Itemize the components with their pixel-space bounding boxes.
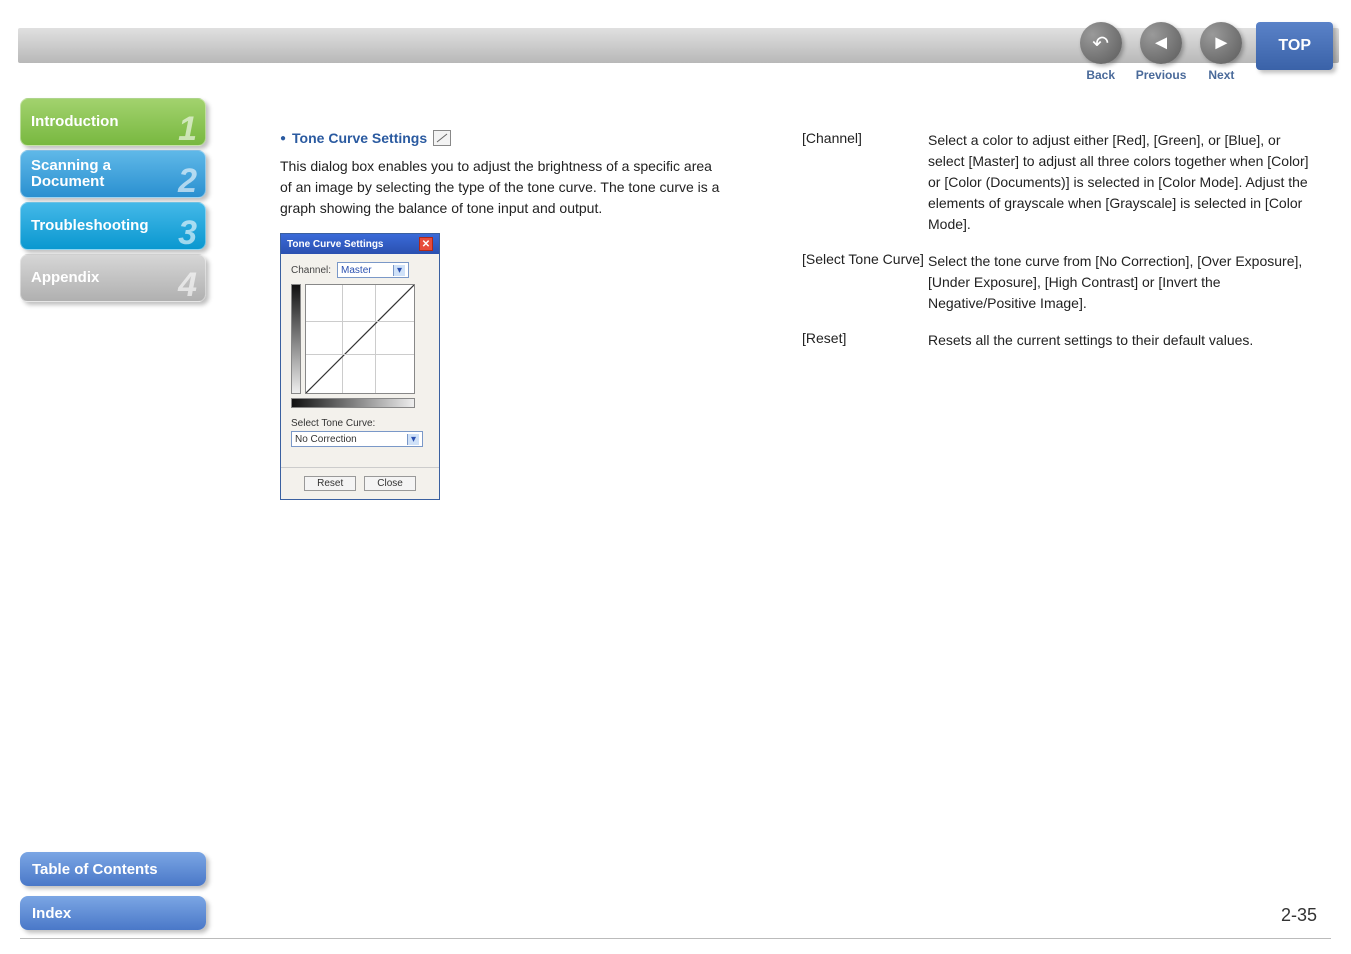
nav-top[interactable]: TOP — [1256, 22, 1333, 70]
section-paragraph: This dialog box enables you to adjust th… — [280, 156, 726, 219]
definition-desc: Select the tone curve from [No Correctio… — [928, 251, 1311, 314]
channel-select[interactable]: Master ▾ — [337, 262, 409, 278]
definition-term: [Select Tone Curve] — [802, 251, 928, 314]
toc-button[interactable]: Table of Contents — [20, 852, 206, 886]
index-label: Index — [32, 905, 71, 922]
section-heading: Tone Curve Settings — [280, 130, 726, 146]
definition-row: [Select Tone Curve] Select the tone curv… — [802, 251, 1311, 314]
sidebar-item-num: 3 — [178, 214, 197, 253]
definition-term: [Reset] — [802, 330, 928, 351]
page-number: 2-35 — [1281, 905, 1317, 926]
definition-row: [Channel] Select a color to adjust eithe… — [802, 130, 1311, 235]
channel-value: Master — [341, 265, 372, 276]
sidebar-item-introduction[interactable]: Introduction 1 — [20, 98, 206, 146]
select-tone-curve-value: No Correction — [295, 434, 357, 445]
tone-curve-graph[interactable] — [305, 284, 415, 394]
close-button[interactable]: Close — [364, 476, 416, 491]
toc-label: Table of Contents — [32, 861, 158, 878]
nav-back[interactable]: ↶ Back — [1080, 22, 1122, 82]
bottom-rule — [20, 938, 1331, 939]
nav-top-label: TOP — [1278, 37, 1311, 55]
sidenav: Introduction 1 Scanning a Document 2 Tro… — [20, 98, 216, 306]
nav-previous-label: Previous — [1136, 68, 1187, 82]
horizontal-gradient-bar — [291, 398, 415, 408]
definition-row: [Reset] Resets all the current settings … — [802, 330, 1311, 351]
sidebar-item-scanning[interactable]: Scanning a Document 2 — [20, 150, 206, 198]
sidebar-item-label: Troubleshooting — [31, 218, 149, 235]
sidebar-item-label: Scanning a Document — [31, 158, 111, 191]
nav-back-label: Back — [1086, 68, 1115, 82]
sidebar-item-num: 4 — [178, 266, 197, 305]
sidebar-item-appendix[interactable]: Appendix 4 — [20, 254, 206, 302]
definition-desc: Resets all the current settings to their… — [928, 330, 1253, 351]
reset-button[interactable]: Reset — [304, 476, 356, 491]
nav-next[interactable]: ► Next — [1200, 22, 1242, 82]
reset-button-label: Reset — [317, 478, 343, 489]
close-icon[interactable]: ✕ — [419, 237, 433, 251]
select-tone-curve-select[interactable]: No Correction ▾ — [291, 431, 423, 447]
dialog-title-bar: Tone Curve Settings ✕ — [281, 234, 439, 254]
channel-label: Channel: — [291, 265, 331, 276]
next-icon: ► — [1200, 22, 1242, 64]
definition-term: [Channel] — [802, 130, 928, 235]
chevron-down-icon: ▾ — [407, 434, 419, 445]
index-button[interactable]: Index — [20, 896, 206, 930]
sidebar-item-troubleshooting[interactable]: Troubleshooting 3 — [20, 202, 206, 250]
section-heading-text: Tone Curve Settings — [292, 130, 427, 146]
main-content: Tone Curve Settings This dialog box enab… — [280, 130, 1311, 500]
definition-desc: Select a color to adjust either [Red], [… — [928, 130, 1311, 235]
sidebar-item-num: 2 — [178, 162, 197, 201]
close-button-label: Close — [377, 478, 403, 489]
nav-next-label: Next — [1208, 68, 1234, 82]
chevron-down-icon: ▾ — [393, 265, 405, 276]
tone-curve-icon — [433, 130, 451, 146]
sidebar-item-label: Introduction — [31, 114, 118, 131]
sidebar-item-label: Appendix — [31, 270, 99, 287]
back-icon: ↶ — [1080, 22, 1122, 64]
tone-curve-dialog: Tone Curve Settings ✕ Channel: Master ▾ — [280, 233, 440, 500]
dialog-title: Tone Curve Settings — [287, 239, 384, 250]
select-tone-curve-label: Select Tone Curve: — [291, 418, 429, 429]
vertical-gradient-bar — [291, 284, 301, 394]
sidebar-item-num: 1 — [178, 110, 197, 149]
previous-icon: ◄ — [1140, 22, 1182, 64]
nav-previous[interactable]: ◄ Previous — [1136, 22, 1187, 82]
